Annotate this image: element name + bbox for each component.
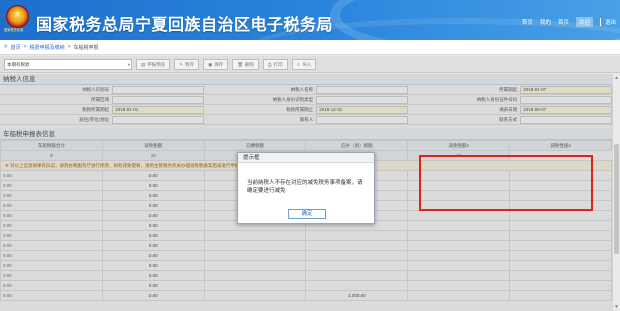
breadcrumb-home[interactable]: 首页: [11, 44, 21, 51]
save-icon: ▣: [208, 61, 213, 67]
dialog-message: 当前纳税人不存在对应的减免税务事项备案，请确定要进行减免: [247, 180, 363, 194]
scroll-up-icon[interactable]: ▲: [614, 75, 619, 81]
ok-button[interactable]: 确定: [288, 209, 326, 219]
draft-icon: ✎: [179, 61, 184, 67]
button-label: 申报预览: [147, 61, 166, 67]
button-label: 导入: [302, 61, 312, 67]
top-nav: 首页 我的 首页 欢迎 退出: [522, 17, 616, 27]
vertical-scrollbar[interactable]: ▲ ▼: [612, 74, 620, 311]
top-nav-item-active[interactable]: 欢迎: [575, 17, 593, 27]
breadcrumb-item[interactable]: 税费申报及缴纳: [30, 44, 65, 51]
top-nav-item[interactable]: 我的: [540, 18, 551, 26]
select-value: 本期有税款: [7, 61, 30, 67]
preview-button[interactable]: ▤ 申报预览: [136, 58, 171, 70]
top-nav-item[interactable]: 首页: [522, 18, 533, 26]
tax-option-select[interactable]: 本期有税款 ▾: [4, 58, 132, 70]
delete-button[interactable]: 🗑 删除: [232, 58, 260, 70]
breadcrumb-current: 车船税申报: [73, 44, 99, 51]
preview-icon: ▤: [141, 61, 146, 67]
breadcrumb-separator: >: [23, 44, 27, 50]
scrollbar-thumb[interactable]: [614, 144, 619, 254]
button-label: 删除: [245, 61, 255, 67]
chevron-down-icon: ▾: [127, 61, 130, 67]
trash-icon: 🗑: [237, 61, 244, 67]
print-button[interactable]: ⎙ 打印: [263, 58, 288, 70]
location-pin-icon: ⚲: [4, 44, 8, 50]
save-button[interactable]: ▣ 保存: [203, 58, 229, 70]
dialog-title: 提示框: [238, 153, 374, 163]
import-button[interactable]: ⇩ 导入: [291, 58, 317, 70]
logout-link[interactable]: 退出: [599, 18, 616, 26]
tax-emblem-logo: ★: [6, 5, 29, 28]
page-root: ★ 国家税务总局 国家税务总局宁夏回族自治区电子税务局 首页 我的 首页 欢迎 …: [0, 0, 620, 311]
prompt-dialog: 提示框 当前纳税人不存在对应的减免税务事项备案，请确定要进行减免 确定: [237, 152, 375, 224]
star-icon: ★: [13, 9, 22, 20]
breadcrumb-separator: >: [67, 44, 71, 50]
button-label: 打印: [273, 61, 283, 67]
breadcrumb: ⚲ 首页 > 税费申报及缴纳 > 车船税申报: [0, 40, 620, 55]
import-icon: ⇩: [296, 61, 301, 67]
site-header: ★ 国家税务总局 国家税务总局宁夏回族自治区电子税务局 首页 我的 首页 欢迎 …: [0, 0, 620, 40]
logo-caption: 国家税务总局: [4, 28, 24, 32]
button-label: 暂存: [185, 61, 195, 67]
scroll-down-icon[interactable]: ▼: [614, 304, 619, 310]
top-nav-item[interactable]: 首页: [558, 18, 569, 26]
printer-icon: ⎙: [268, 61, 272, 67]
toolbar: 本期有税款 ▾ ▤ 申报预览 ✎ 暂存 ▣ 保存 🗑 删除 ⎙ 打印 ⇩ 导入: [0, 56, 620, 73]
button-label: 保存: [214, 61, 224, 67]
highlight-box: [419, 155, 593, 211]
draft-button[interactable]: ✎ 暂存: [174, 58, 200, 70]
site-title: 国家税务总局宁夏回族自治区电子税务局: [36, 17, 334, 34]
